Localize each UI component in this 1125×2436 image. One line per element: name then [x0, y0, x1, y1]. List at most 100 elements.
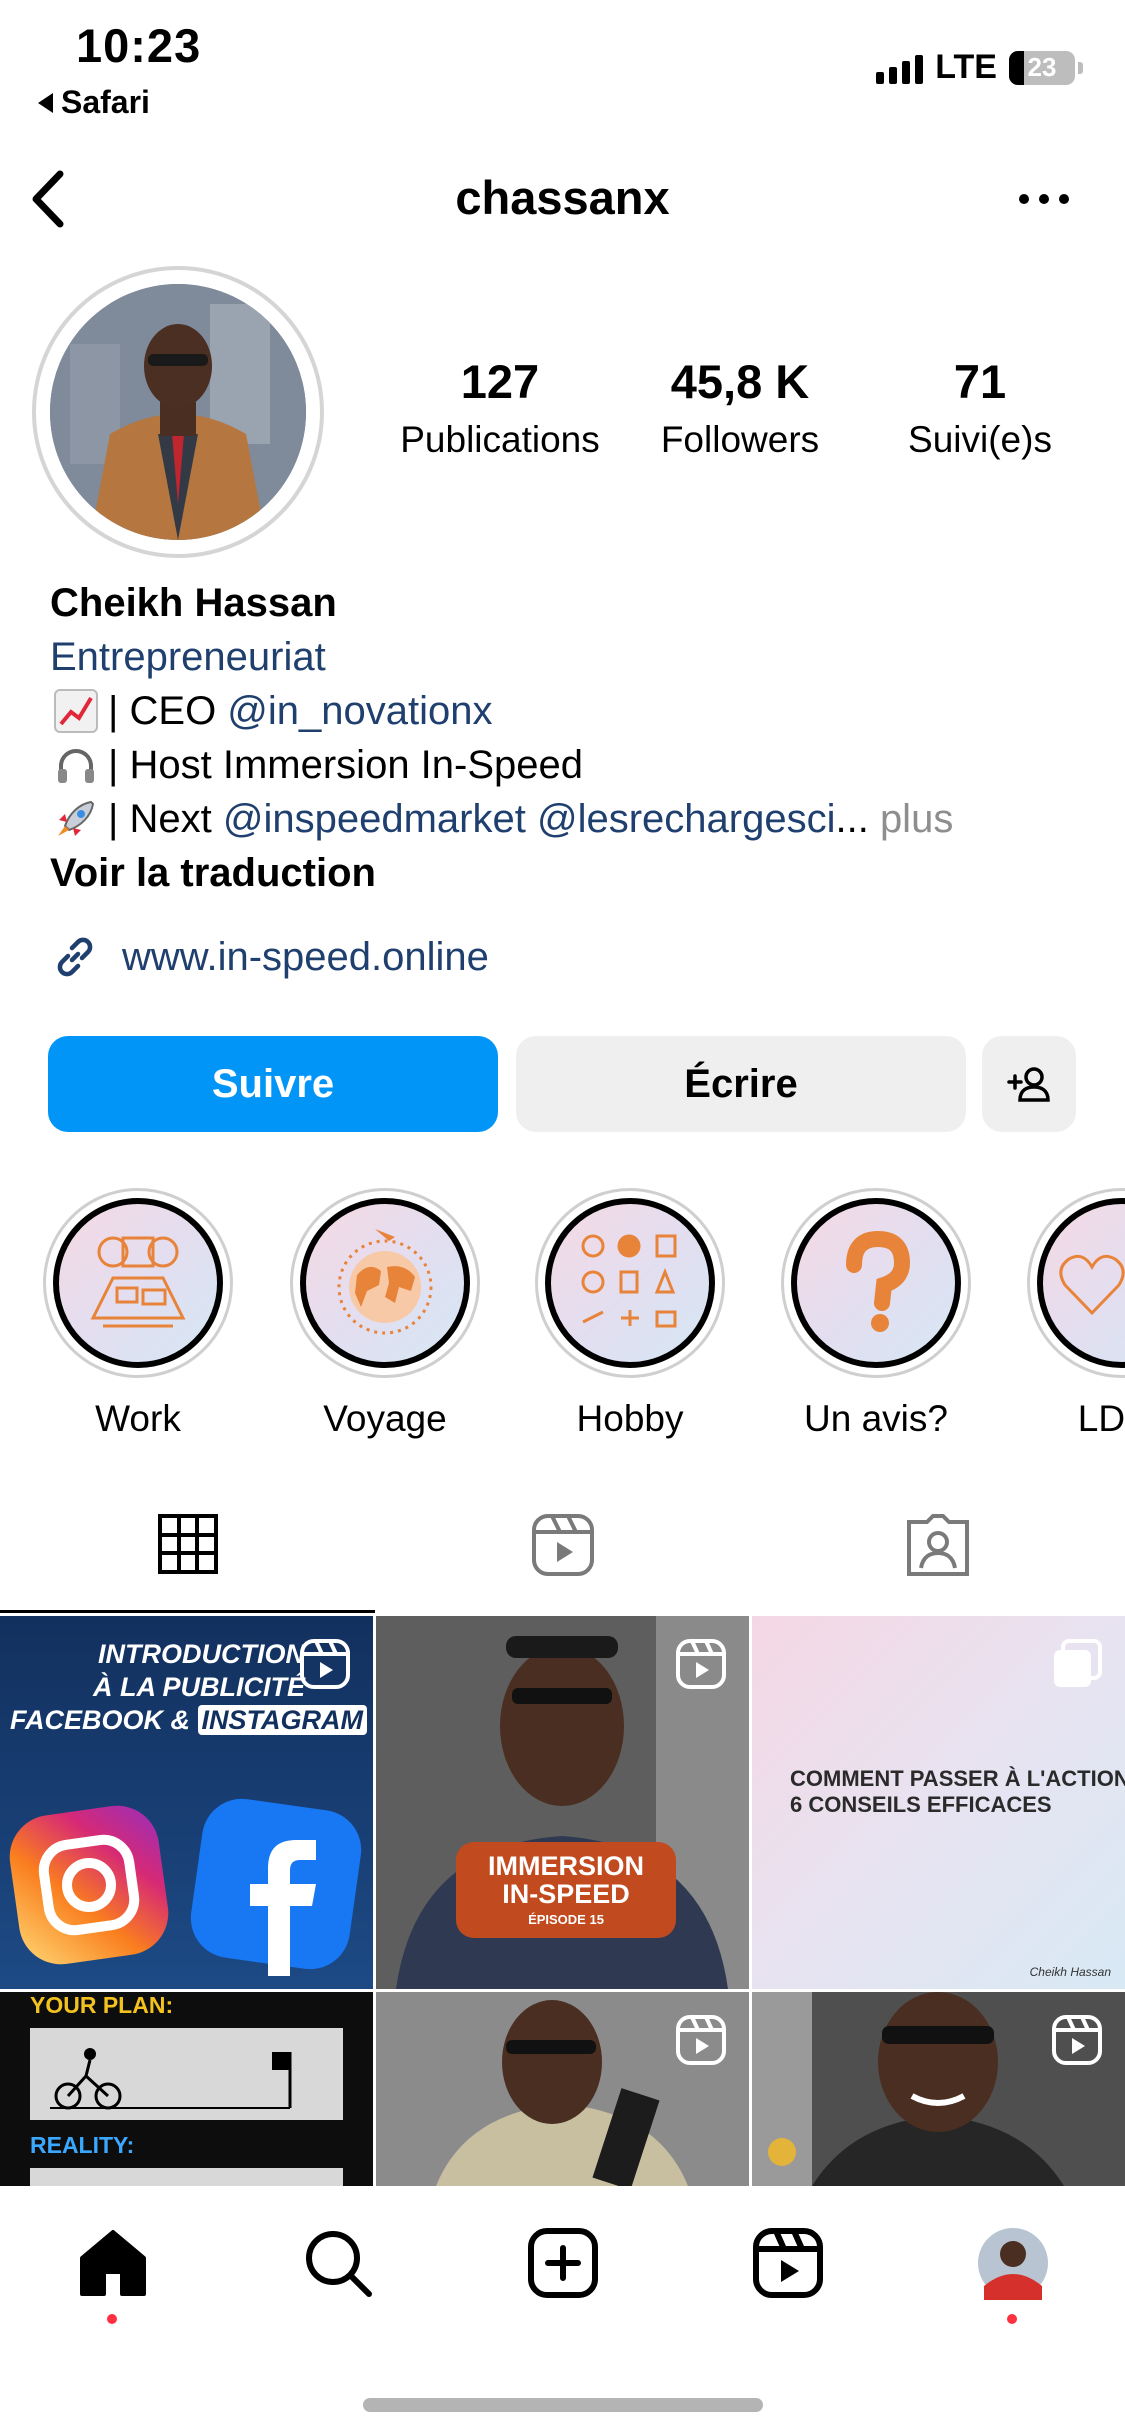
bicycle-flag-illustration [50, 2048, 292, 2110]
suggested-users-button[interactable] [982, 1036, 1076, 1132]
post-text: 6 CONSEILS EFFICACES [790, 1792, 1052, 1817]
nav-profile[interactable] [900, 2226, 1125, 2300]
post-text: ÉPISODE 15 [528, 1912, 604, 1927]
carousel-badge-icon [1051, 1638, 1103, 1695]
profile-name: Cheikh Hassan [50, 581, 337, 625]
post-text: COMMENT PASSER À L'ACTION ? [790, 1766, 1125, 1791]
bio-line1-text: | CEO [108, 689, 228, 733]
home-indicator [363, 2398, 763, 2412]
highlight-voyage[interactable]: Voyage [290, 1188, 480, 1440]
nav-create[interactable] [450, 2226, 675, 2300]
post-text: À LA PUBLICITÉ [93, 1672, 305, 1702]
bio-line2-text: | Host Immersion In-Speed [108, 743, 584, 787]
post-signature: Cheikh Hassan [1029, 1965, 1111, 1979]
stat-posts[interactable]: 127 Publications [392, 354, 608, 461]
hobby-icons-icon [581, 1234, 677, 1328]
profile-avatar-icon [977, 2228, 1048, 2300]
reel-badge-icon [1051, 2014, 1103, 2071]
followers-count: 45,8 K [670, 355, 810, 408]
post-text: FACEBOOK & [10, 1705, 191, 1735]
grid-icon [157, 1514, 218, 1574]
highlight-work[interactable]: Work [43, 1188, 233, 1440]
post-text: IMMERSION [487, 1851, 644, 1881]
post-text: INTRODUCTION [98, 1639, 305, 1669]
back-app-label: Safari [61, 84, 150, 120]
chart-increasing-icon [50, 685, 102, 737]
message-button[interactable]: Écrire [516, 1036, 966, 1132]
more-options-icon[interactable] [1019, 194, 1069, 204]
profile-avatar[interactable] [50, 284, 306, 540]
profile-username: chassanx [455, 171, 670, 224]
profile-bio: Cheikh Hassan Entrepreneuriat | CEO @in_… [50, 576, 1090, 900]
following-label: Suivi(e)s [908, 419, 1052, 460]
notification-dot [107, 2314, 117, 2324]
reel-badge-icon [299, 1638, 351, 1695]
stat-following[interactable]: 71 Suivi(e)s [876, 354, 1084, 461]
follow-button[interactable]: Suivre [48, 1036, 498, 1132]
nav-home[interactable] [0, 2226, 225, 2300]
stat-followers[interactable]: 45,8 K Followers [630, 354, 850, 461]
reel-badge-icon [675, 1638, 727, 1695]
work-icon [90, 1236, 186, 1328]
post-text: IN-SPEED [502, 1879, 630, 1909]
highlight-un-avis[interactable]: Un avis? [781, 1188, 971, 1440]
grid-post[interactable]: IMMERSION IN-SPEED ÉPISODE 15 [376, 1616, 749, 1989]
reels-icon [752, 2228, 823, 2298]
followers-label: Followers [660, 419, 820, 460]
instagram-facebook-logos [9, 1798, 362, 1976]
reels-icon [531, 1514, 594, 1576]
post-text: INSTAGRAM [197, 1705, 368, 1735]
grid-post[interactable] [376, 1992, 749, 2186]
grid-post[interactable]: YOUR PLAN: REALITY: [0, 1992, 373, 2186]
website-link[interactable]: www.in-speed.online [50, 932, 489, 982]
battery-level: 23 [1027, 52, 1057, 82]
status-indicators: LTE 23 [876, 48, 1083, 87]
back-triangle-icon [38, 92, 53, 113]
tab-tagged[interactable] [750, 1512, 1125, 1578]
search-icon [305, 2231, 372, 2297]
globe-plane-icon [337, 1229, 433, 1335]
heart-icon [1059, 1254, 1125, 1316]
highlight-ldi[interactable]: LDI 2 [1027, 1188, 1125, 1440]
grid-post[interactable] [752, 1992, 1125, 2186]
home-icon [79, 2230, 146, 2296]
highlight-label: Hobby [576, 1398, 684, 1439]
rocket-icon [50, 793, 102, 845]
mention-inspeedmarket[interactable]: @inspeedmarket [223, 792, 526, 846]
tab-reels[interactable] [375, 1512, 750, 1578]
back-to-safari-link[interactable]: Safari [38, 84, 150, 121]
highlight-label: Voyage [323, 1398, 447, 1439]
question-mark-icon [846, 1230, 911, 1332]
create-post-icon [527, 2228, 598, 2298]
highlight-label: Work [95, 1398, 181, 1439]
highlight-hobby[interactable]: Hobby [535, 1188, 725, 1440]
network-type: LTE [935, 48, 997, 86]
notification-dot [1007, 2314, 1017, 2324]
nav-search[interactable] [225, 2226, 450, 2300]
tab-posts-grid[interactable] [0, 1512, 375, 1576]
bio-more-link[interactable]: plus [880, 792, 953, 846]
grid-post[interactable]: INTRODUCTION À LA PUBLICITÉ FACEBOOK & I… [0, 1616, 373, 1989]
active-tab-indicator [0, 1610, 375, 1613]
posts-label: Publications [400, 419, 600, 460]
link-icon [57, 937, 93, 977]
reel-badge-icon [675, 2014, 727, 2071]
bio-line3-text: | Next [108, 797, 223, 841]
battery-icon: 23 [1009, 50, 1075, 85]
nav-reels[interactable] [675, 2226, 900, 2300]
highlight-label: Un avis? [804, 1398, 948, 1439]
grid-post[interactable]: COMMENT PASSER À L'ACTION ? 6 CONSEILS E… [752, 1616, 1125, 1989]
see-translation-link[interactable]: Voir la traduction [50, 846, 1090, 900]
following-count: 71 [953, 355, 1007, 408]
post-text: REALITY: [30, 2132, 135, 2158]
status-time: 10:23 [76, 19, 202, 72]
signal-icon [876, 52, 924, 84]
profile-category: Entrepreneuriat [50, 635, 326, 679]
tagged-person-icon [906, 1514, 969, 1576]
mention-lesrechargesci[interactable]: @lesrechargesci [537, 792, 836, 846]
highlight-label: LDI 2 [1077, 1398, 1125, 1439]
add-user-icon [1007, 1067, 1050, 1102]
mention-in-novationx[interactable]: @in_novationx [227, 684, 492, 738]
website-url: www.in-speed.online [122, 934, 489, 979]
post-text: YOUR PLAN: [30, 1992, 174, 2018]
